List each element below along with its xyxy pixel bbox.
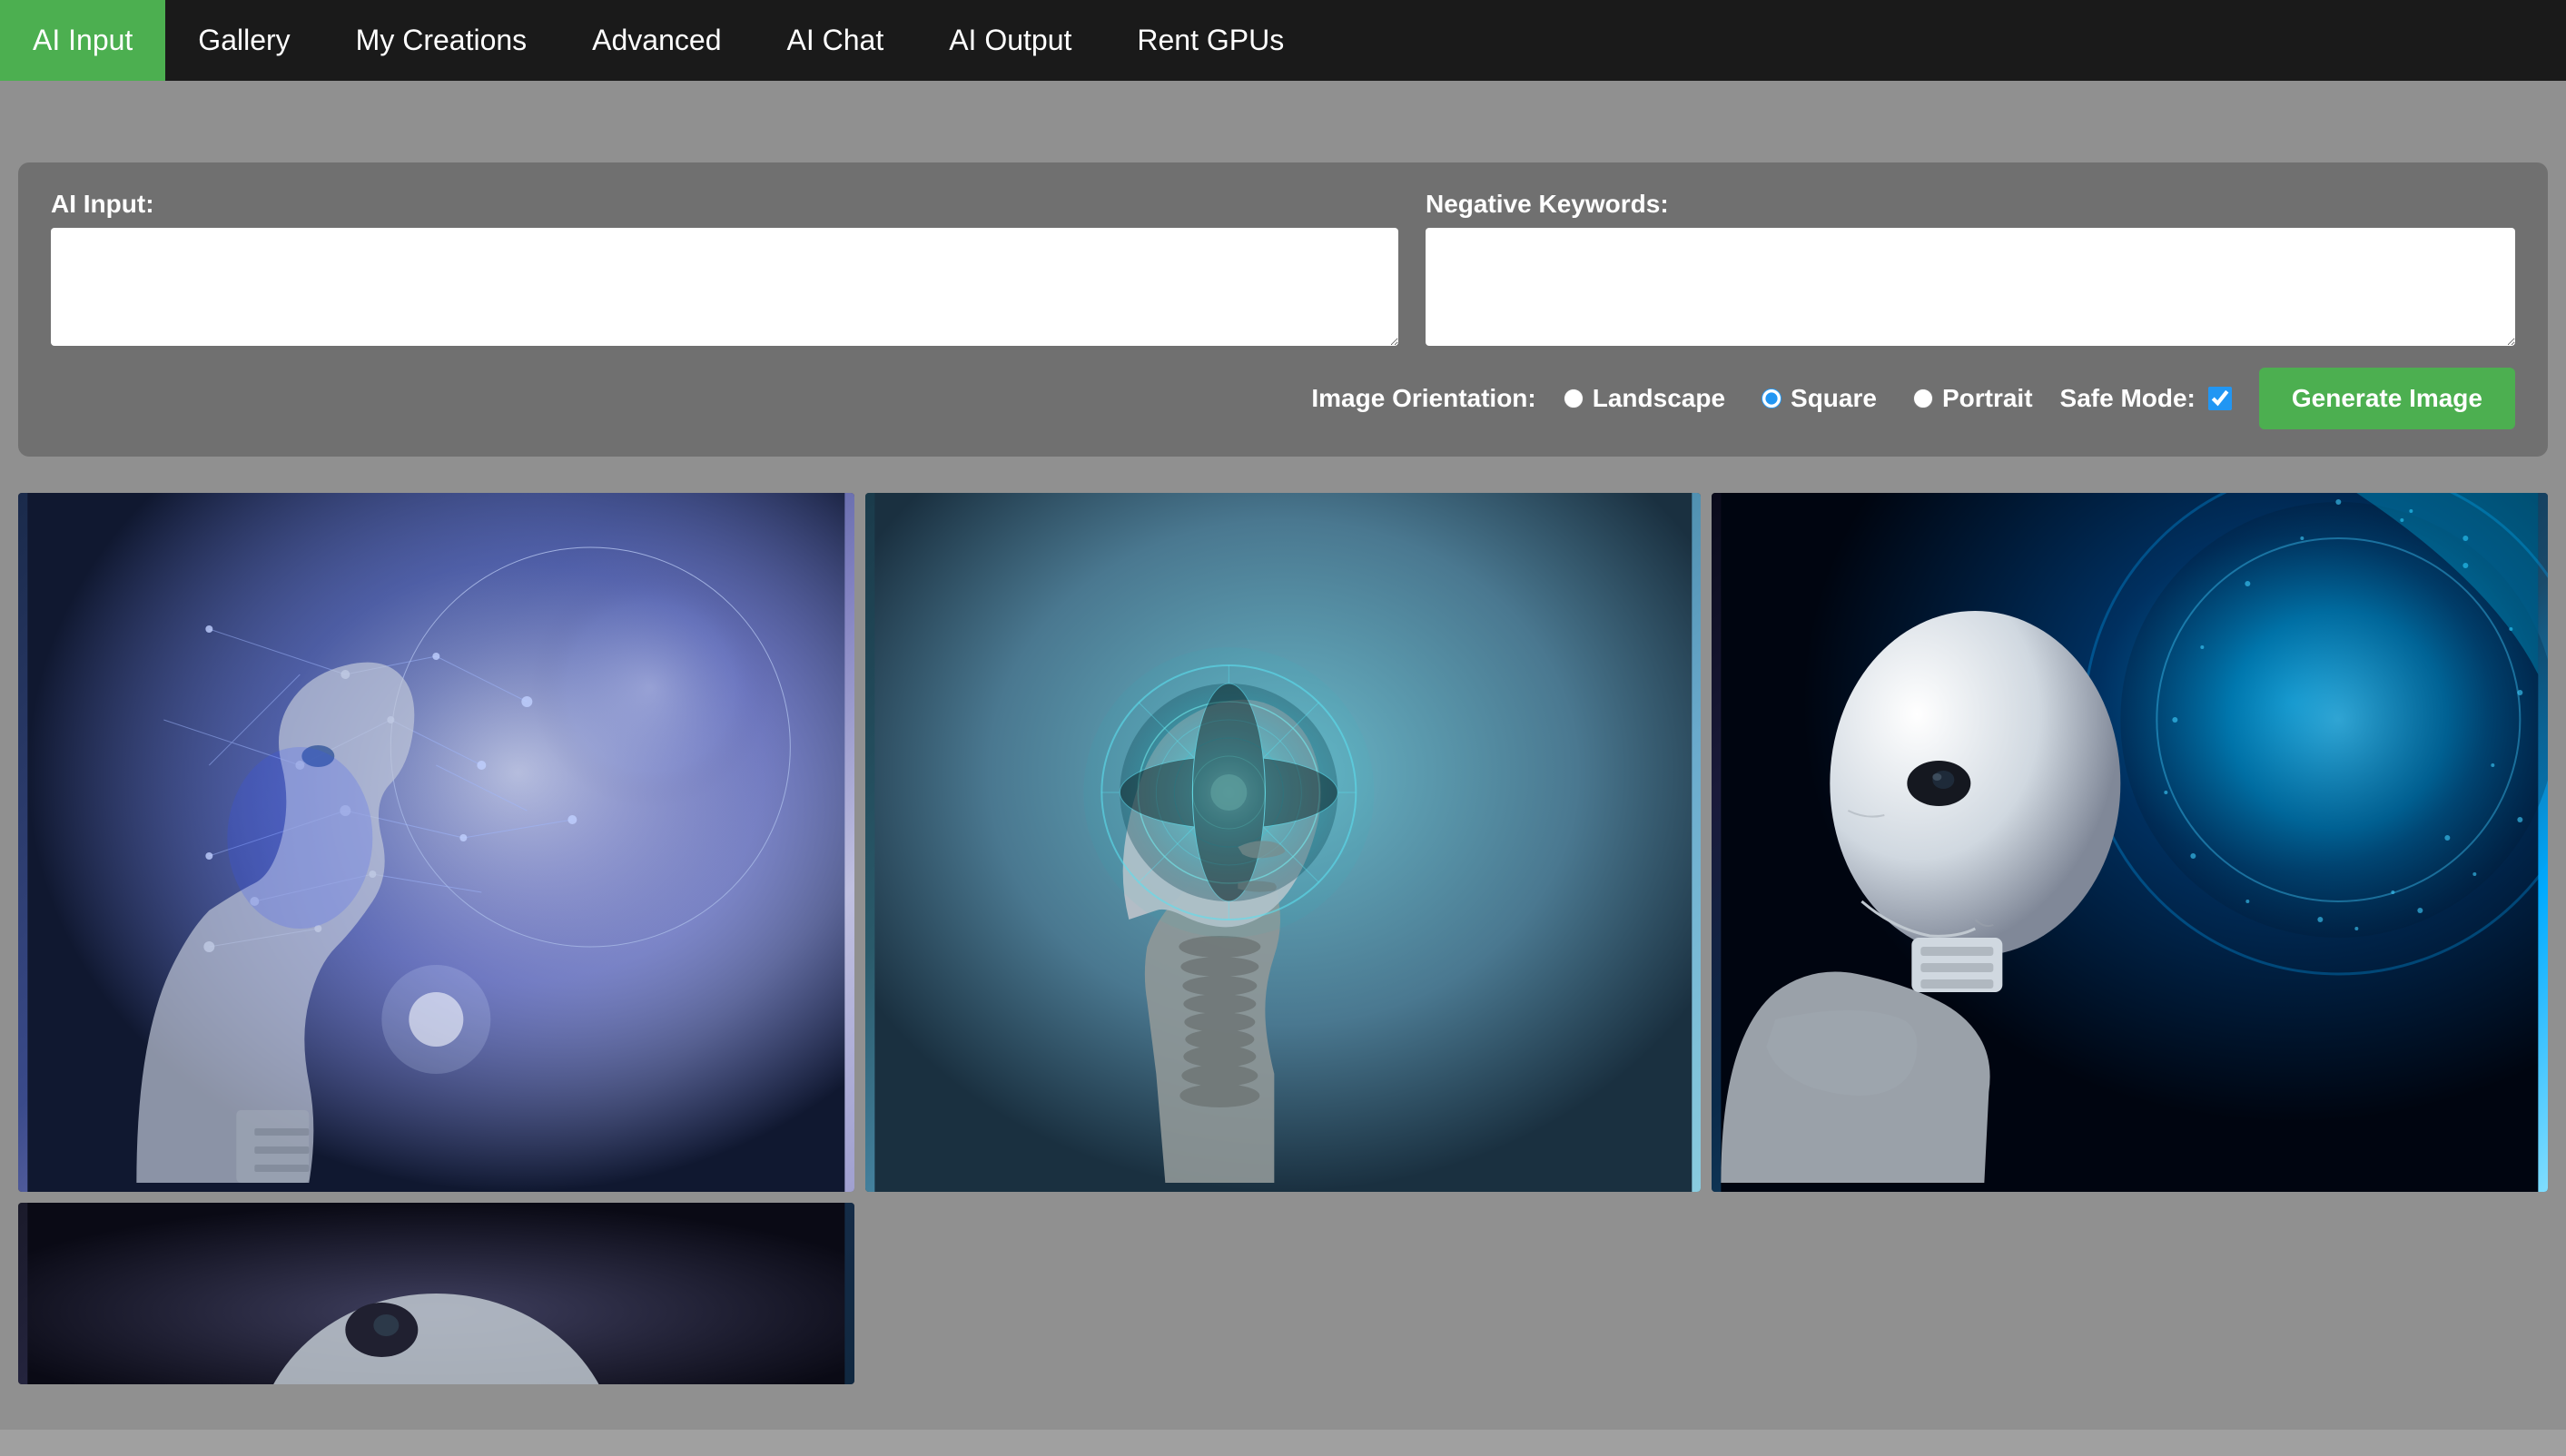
gallery-image-4 — [18, 1203, 854, 1384]
robot-svg-4 — [18, 1203, 854, 1384]
nav-gallery[interactable]: Gallery — [165, 0, 322, 81]
orientation-square-radio[interactable] — [1762, 389, 1781, 408]
gallery-image-3 — [1712, 493, 2548, 1192]
ai-input-field[interactable] — [51, 228, 1398, 346]
orientation-landscape[interactable]: Landscape — [1564, 384, 1725, 413]
image-orientation-label: Image Orientation: — [1311, 384, 1535, 413]
nav-advanced[interactable]: Advanced — [559, 0, 754, 81]
negative-keywords-group: Negative Keywords: — [1426, 190, 2515, 346]
orientation-square[interactable]: Square — [1762, 384, 1877, 413]
safe-mode-group: Safe Mode: — [2060, 384, 2232, 413]
ai-input-group: AI Input: — [51, 190, 1398, 346]
orientation-landscape-label: Landscape — [1593, 384, 1725, 413]
gallery-image-2 — [865, 493, 1702, 1192]
main-navigation: AI Input Gallery My Creations Advanced A… — [0, 0, 2566, 81]
nav-my-creations[interactable]: My Creations — [323, 0, 560, 81]
robot-svg-2 — [865, 493, 1702, 1192]
gallery-item-4[interactable] — [18, 1203, 854, 1384]
input-panel: AI Input: Negative Keywords: Image Orien… — [18, 162, 2548, 457]
negative-keywords-field[interactable] — [1426, 228, 2515, 346]
gallery-image-1 — [18, 493, 854, 1192]
orientation-portrait-radio[interactable] — [1913, 389, 1933, 408]
safe-mode-checkbox[interactable] — [2208, 387, 2232, 410]
nav-rent-gpus[interactable]: Rent GPUs — [1104, 0, 1317, 81]
gallery-item-3[interactable] — [1712, 493, 2548, 1192]
orientation-landscape-radio[interactable] — [1564, 389, 1584, 408]
main-content: AI Input: Negative Keywords: Image Orien… — [0, 135, 2566, 1430]
nav-ai-output[interactable]: AI Output — [916, 0, 1104, 81]
header-spacer — [0, 81, 2566, 135]
orientation-options: Landscape Square Portrait — [1564, 384, 2033, 413]
robot-svg-3 — [1712, 493, 2548, 1192]
orientation-portrait-label: Portrait — [1942, 384, 2033, 413]
gallery-grid — [0, 475, 2566, 1402]
gallery-item-1[interactable] — [18, 493, 854, 1192]
negative-keywords-label: Negative Keywords: — [1426, 190, 2515, 219]
generate-image-button[interactable]: Generate Image — [2259, 368, 2515, 429]
nav-ai-chat[interactable]: AI Chat — [754, 0, 916, 81]
orientation-portrait[interactable]: Portrait — [1913, 384, 2033, 413]
orientation-square-label: Square — [1791, 384, 1877, 413]
text-inputs-row: AI Input: Negative Keywords: — [51, 190, 2515, 346]
ai-input-label: AI Input: — [51, 190, 1398, 219]
gallery-item-2[interactable] — [865, 493, 1702, 1192]
safe-mode-label: Safe Mode: — [2060, 384, 2196, 413]
nav-ai-input[interactable]: AI Input — [0, 0, 165, 81]
controls-row: Image Orientation: Landscape Square Port… — [51, 368, 2515, 429]
robot-svg-1 — [18, 493, 854, 1192]
